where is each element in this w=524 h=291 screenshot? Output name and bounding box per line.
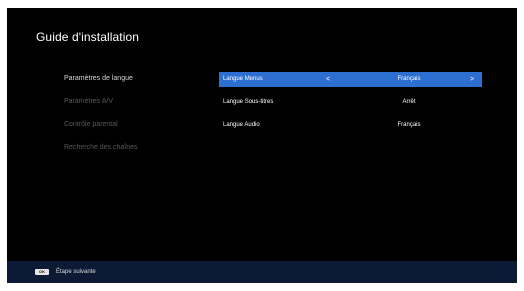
setting-value: Français: [397, 122, 421, 128]
tv-screen: Guide d'installation Paramètres de langu…: [7, 8, 517, 283]
setting-label: Langue Audio: [223, 122, 260, 128]
footer-hint: Étape suivante: [56, 269, 96, 275]
category-menu: Paramètres de langue Paramètres A/V Cont…: [64, 73, 138, 165]
setting-value: Arrêt: [402, 99, 416, 105]
setting-label: Langue Sous-titres: [223, 99, 274, 105]
menu-item-av[interactable]: Paramètres A/V: [64, 96, 138, 119]
setting-row-subtitle-language[interactable]: Langue Sous-titres Arrêt: [219, 95, 482, 118]
setting-row-audio-language[interactable]: Langue Audio Français: [219, 118, 482, 141]
footer-bar: OK Étape suivante: [7, 261, 517, 283]
chevron-right-icon[interactable]: >: [470, 74, 474, 85]
setting-row-menu-language[interactable]: Langue Menus < Français >: [219, 72, 482, 95]
menu-item-channel-search[interactable]: Recherche des chaînes: [64, 142, 138, 165]
page-title: Guide d'installation: [36, 30, 140, 44]
ok-key-icon: OK: [35, 269, 49, 275]
settings-list: Langue Menus < Français > Langue Sous-ti…: [219, 72, 482, 141]
menu-item-language[interactable]: Paramètres de langue: [64, 73, 138, 96]
chevron-left-icon[interactable]: <: [326, 74, 330, 85]
setting-value: Français: [397, 76, 421, 82]
setting-label: Langue Menus: [223, 76, 263, 82]
menu-item-parental[interactable]: Contrôle parental: [64, 119, 138, 142]
